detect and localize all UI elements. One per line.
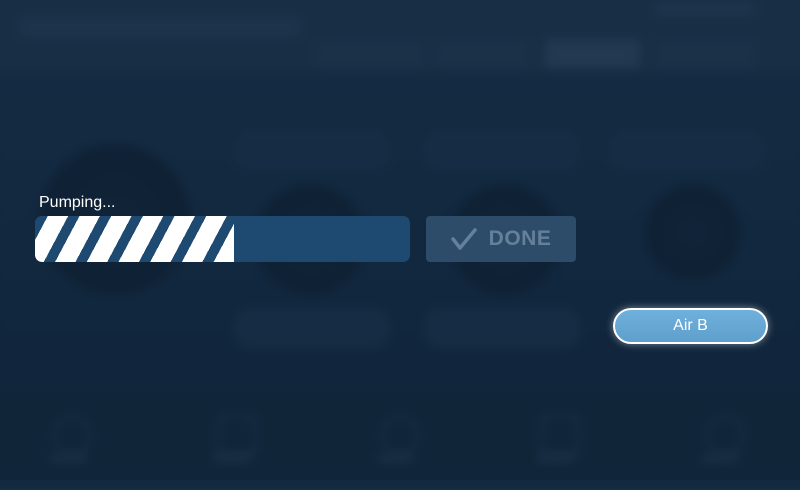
pumping-progress-bar: [35, 216, 410, 262]
done-button-label: DONE: [488, 227, 552, 250]
checkmark-icon: [450, 227, 477, 251]
air-b-button[interactable]: Air B: [613, 308, 768, 344]
pumping-status-label: Pumping...: [39, 194, 116, 211]
progress-bar-fill: [35, 216, 234, 262]
done-button[interactable]: DONE: [426, 216, 576, 262]
air-b-button-label: Air B: [673, 317, 708, 334]
